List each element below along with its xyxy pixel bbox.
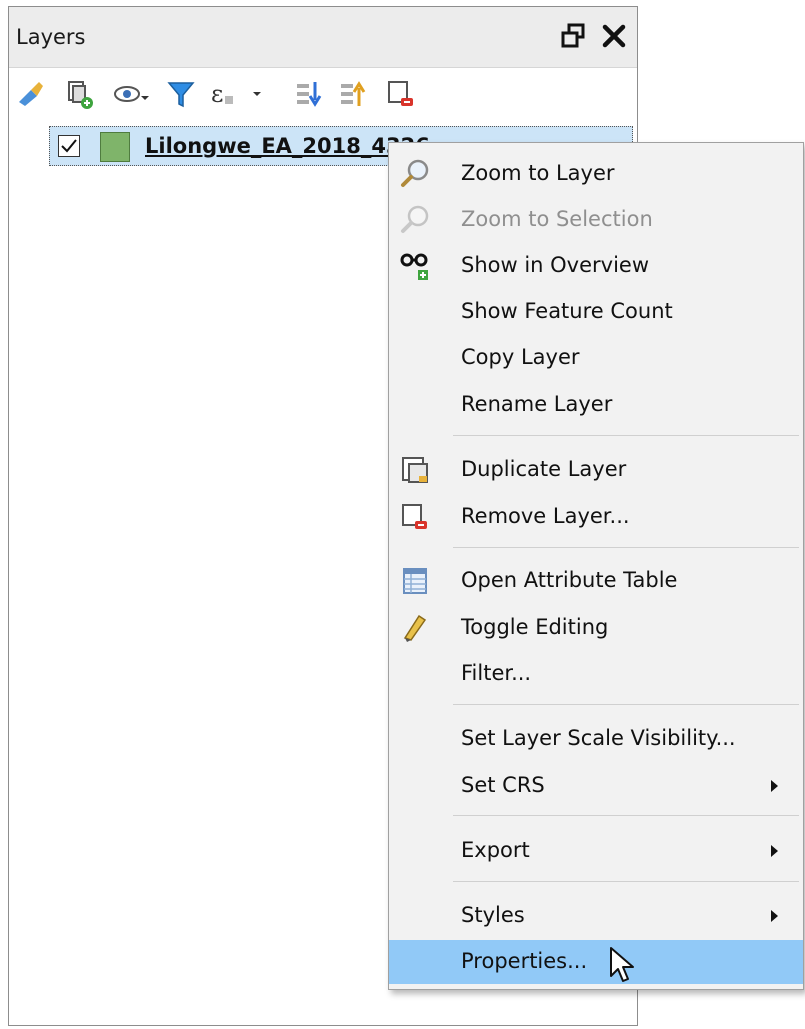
menu-item-label: Show in Overview: [461, 253, 650, 277]
zoom-icon: [399, 204, 431, 236]
menu-item-zoom-to-layer[interactable]: Zoom to Layer: [389, 152, 803, 196]
menu-separator: [453, 815, 799, 816]
duplicate-layer-icon: [399, 454, 431, 486]
svg-text:ε: ε: [211, 80, 223, 108]
menu-item-label: Styles: [461, 903, 525, 927]
menu-separator: [453, 547, 799, 548]
open-layer-styling-icon[interactable]: [15, 78, 47, 110]
menu-item-remove-layer[interactable]: Remove Layer...: [389, 495, 803, 539]
menu-item-label: Remove Layer...: [461, 504, 630, 528]
collapse-all-icon[interactable]: [337, 78, 369, 110]
layers-toolbar: ε: [9, 68, 637, 120]
menu-item-label: Show Feature Count: [461, 299, 673, 323]
menu-item-rename-layer[interactable]: Rename Layer: [389, 383, 803, 427]
overview-glasses-icon: [399, 250, 431, 282]
layer-visibility-checkbox[interactable]: [58, 135, 80, 157]
menu-item-label: Set CRS: [461, 773, 545, 797]
menu-item-label: Export: [461, 838, 530, 862]
menu-item-show-in-overview[interactable]: Show in Overview: [389, 244, 803, 288]
menu-item-zoom-to-selection[interactable]: Zoom to Selection: [389, 198, 803, 242]
filter-by-expression-icon[interactable]: ε: [209, 78, 261, 110]
menu-item-open-attribute-table[interactable]: Open Attribute Table: [389, 559, 803, 603]
menu-item-toggle-editing[interactable]: Toggle Editing: [389, 606, 803, 650]
remove-layer-icon[interactable]: [385, 78, 417, 110]
filter-legend-icon[interactable]: [165, 78, 197, 110]
menu-item-export[interactable]: Export: [389, 829, 803, 873]
menu-item-label: Filter...: [461, 661, 532, 685]
menu-item-filter[interactable]: Filter...: [389, 652, 803, 696]
menu-item-styles[interactable]: Styles: [389, 894, 803, 938]
menu-item-copy-layer[interactable]: Copy Layer: [389, 336, 803, 380]
menu-item-label: Duplicate Layer: [461, 457, 627, 481]
menu-item-set-layer-scale-visibility[interactable]: Set Layer Scale Visibility...: [389, 717, 803, 761]
float-window-icon[interactable]: [559, 21, 589, 51]
submenu-arrow-icon: [771, 780, 778, 792]
menu-item-label: Properties...: [461, 949, 588, 973]
menu-item-show-feature-count[interactable]: Show Feature Count: [389, 290, 803, 334]
panel-header: Layers: [9, 7, 637, 68]
menu-item-label: Rename Layer: [461, 392, 613, 416]
add-group-icon[interactable]: [63, 78, 95, 110]
pencil-icon: [399, 612, 431, 644]
expand-all-icon[interactable]: [293, 78, 325, 110]
layer-symbol-swatch: [100, 132, 130, 162]
close-icon[interactable]: [599, 21, 629, 51]
menu-separator: [453, 435, 799, 436]
menu-item-label: Copy Layer: [461, 345, 580, 369]
menu-separator: [453, 881, 799, 882]
zoom-icon: [399, 158, 431, 190]
manage-map-themes-icon[interactable]: [111, 78, 149, 110]
menu-item-label: Zoom to Layer: [461, 161, 615, 185]
attribute-table-icon: [399, 565, 431, 597]
remove-layer-icon: [399, 501, 431, 533]
menu-item-label: Zoom to Selection: [461, 207, 653, 231]
submenu-arrow-icon: [771, 845, 778, 857]
menu-item-properties[interactable]: Properties...: [389, 940, 803, 984]
menu-item-label: Open Attribute Table: [461, 568, 678, 592]
menu-separator: [453, 704, 799, 705]
panel-title: Layers: [16, 25, 86, 49]
mouse-cursor-icon: [607, 946, 639, 986]
menu-item-label: Toggle Editing: [461, 615, 609, 639]
layer-context-menu: Zoom to Layer Zoom to Selection Show in …: [388, 142, 804, 990]
submenu-arrow-icon: [771, 910, 778, 922]
menu-item-set-crs[interactable]: Set CRS: [389, 764, 803, 808]
menu-item-duplicate-layer[interactable]: Duplicate Layer: [389, 448, 803, 492]
menu-item-label: Set Layer Scale Visibility...: [461, 726, 736, 750]
